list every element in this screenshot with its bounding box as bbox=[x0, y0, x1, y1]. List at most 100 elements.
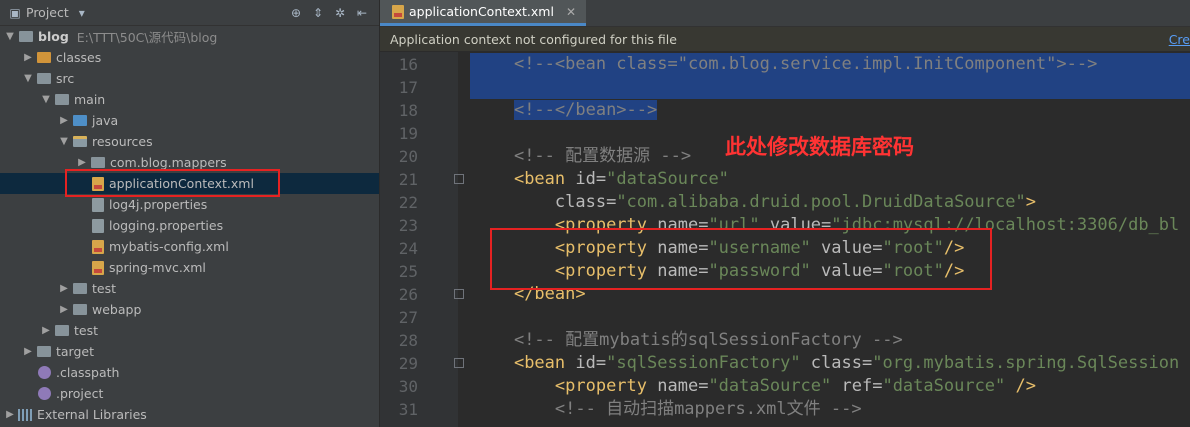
folder-icon bbox=[55, 94, 69, 105]
code-line: <bean id="dataSource" bbox=[513, 169, 729, 189]
line-number: 18 bbox=[398, 101, 418, 120]
xml-file-icon bbox=[392, 4, 404, 19]
tree-item-label: test bbox=[92, 281, 117, 296]
code-line: <property name="dataSource" ref="dataSou… bbox=[554, 376, 1036, 396]
notice-bar: Application context not configured for t… bbox=[380, 27, 1190, 52]
line-number: 30 bbox=[398, 377, 418, 396]
settings-gear-icon[interactable]: ✲ bbox=[333, 6, 347, 20]
project-panel-header: ▣ Project ▾ ⊕ ⇕ ✲ ⇤ bbox=[0, 0, 379, 26]
line-number: 25 bbox=[398, 262, 418, 281]
expanded-arrow-icon[interactable]: ▼ bbox=[4, 31, 16, 42]
notice-text: Application context not configured for t… bbox=[390, 31, 677, 47]
tree-item-label: spring-mvc.xml bbox=[109, 260, 206, 275]
folder-icon bbox=[19, 31, 33, 42]
expanded-arrow-icon[interactable]: ▼ bbox=[58, 136, 70, 147]
tree-item[interactable]: .project bbox=[0, 383, 379, 404]
folder-icon bbox=[91, 157, 105, 168]
close-tab-icon[interactable]: ✕ bbox=[566, 5, 576, 19]
create-context-link[interactable]: Cre bbox=[1169, 32, 1190, 47]
properties-file-icon bbox=[92, 218, 104, 233]
line-number: 21 bbox=[398, 170, 418, 189]
code-line: <!--<bean class="com.blog.service.impl.I… bbox=[470, 53, 1190, 76]
collapsed-arrow-icon[interactable]: ▶ bbox=[22, 346, 34, 357]
collapsed-arrow-icon[interactable]: ▶ bbox=[40, 325, 52, 336]
collapsed-arrow-icon[interactable]: ▶ bbox=[4, 409, 16, 420]
line-number: 17 bbox=[398, 78, 418, 97]
tree-item-label: webapp bbox=[92, 302, 142, 317]
tree-item[interactable]: ▶ test bbox=[0, 278, 379, 299]
tree-item[interactable]: ▶ classes bbox=[0, 47, 379, 68]
resources-folder-icon bbox=[73, 136, 87, 147]
line-number: 19 bbox=[398, 124, 418, 143]
dropdown-arrow-icon[interactable]: ▾ bbox=[75, 6, 89, 20]
tree-item-label: com.blog.mappers bbox=[110, 155, 227, 170]
tree-item-label: main bbox=[74, 92, 106, 107]
code-line bbox=[470, 76, 1190, 99]
line-number: 31 bbox=[398, 400, 418, 419]
line-number: 20 bbox=[398, 147, 418, 166]
tree-item-label: src bbox=[56, 71, 75, 86]
tree-item-label: mybatis-config.xml bbox=[109, 239, 229, 254]
line-number: 23 bbox=[398, 216, 418, 235]
collapse-all-icon[interactable]: ⇕ bbox=[311, 6, 325, 20]
excluded-folder-icon bbox=[37, 52, 51, 63]
project-view-icon[interactable]: ▣ bbox=[8, 6, 22, 20]
library-icon bbox=[18, 408, 32, 421]
tree-item[interactable]: ▶ java bbox=[0, 110, 379, 131]
line-number: 29 bbox=[398, 354, 418, 373]
editor-tab-bar: applicationContext.xml ✕ bbox=[380, 0, 1190, 27]
collapsed-arrow-icon[interactable]: ▶ bbox=[22, 52, 34, 63]
folder-icon bbox=[55, 325, 69, 336]
tree-item-label: logging.properties bbox=[109, 218, 224, 233]
tree-item-label: External Libraries bbox=[37, 407, 147, 422]
tab-label: applicationContext.xml bbox=[409, 4, 554, 19]
tree-item-label: .project bbox=[56, 386, 104, 401]
tree-item-label: classes bbox=[56, 50, 102, 65]
source-folder-icon bbox=[73, 115, 87, 126]
tree-item[interactable]: .classpath bbox=[0, 362, 379, 383]
expanded-arrow-icon[interactable]: ▼ bbox=[40, 94, 52, 105]
code-line: class="com.alibaba.druid.pool.DruidDataS… bbox=[554, 192, 1036, 212]
line-gutter: 16 17 18 19 20 21 22 23 24 25 26 27 28 29 30 31 bbox=[380, 52, 464, 427]
xml-file-icon bbox=[92, 239, 104, 254]
code-line: <!--</bean>--> bbox=[513, 100, 658, 120]
folder-icon bbox=[73, 283, 87, 294]
code-line: <bean id="sqlSessionFactory" class="org.… bbox=[513, 353, 1180, 373]
tree-item-label: target bbox=[56, 344, 95, 359]
tree-item-label: blog bbox=[38, 29, 69, 44]
tree-item[interactable]: logging.properties bbox=[0, 215, 379, 236]
folder-icon bbox=[73, 304, 87, 315]
tree-item[interactable]: ▶ test bbox=[0, 320, 379, 341]
tab-application-context[interactable]: applicationContext.xml ✕ bbox=[380, 0, 587, 26]
tree-item[interactable]: ▼ src bbox=[0, 68, 379, 89]
tree-item[interactable]: spring-mvc.xml bbox=[0, 257, 379, 278]
code-line: <!-- 配置mybatis的sqlSessionFactory --> bbox=[513, 330, 903, 350]
collapsed-arrow-icon[interactable]: ▶ bbox=[58, 283, 70, 294]
folder-icon bbox=[37, 73, 51, 84]
editor: applicationContext.xml ✕ Application con… bbox=[380, 0, 1190, 427]
tree-item[interactable]: ▼ resources bbox=[0, 131, 379, 152]
tree-item[interactable]: ▼ main bbox=[0, 89, 379, 110]
tree-item[interactable]: log4j.properties bbox=[0, 194, 379, 215]
dotfile-icon bbox=[38, 387, 51, 400]
expanded-arrow-icon[interactable]: ▼ bbox=[22, 73, 34, 84]
collapsed-arrow-icon[interactable]: ▶ bbox=[58, 304, 70, 315]
annotation-text: 此处修改数据库密码 bbox=[725, 135, 914, 159]
tree-item[interactable]: mybatis-config.xml bbox=[0, 236, 379, 257]
tree-item[interactable]: ▶ External Libraries bbox=[0, 404, 379, 425]
line-number: 16 bbox=[398, 55, 418, 74]
tree-item[interactable]: ▶ target bbox=[0, 341, 379, 362]
xml-file-icon bbox=[92, 260, 104, 275]
tree-item[interactable]: ▼ blog E:\TTT\50C\源代码\blog bbox=[0, 26, 379, 47]
hide-panel-icon[interactable]: ⇤ bbox=[355, 6, 369, 20]
dotfile-icon bbox=[38, 366, 51, 379]
project-panel: ▣ Project ▾ ⊕ ⇕ ✲ ⇤ ▼ blog E:\TTT\50C\源代码\… bbox=[0, 0, 379, 427]
properties-file-icon bbox=[92, 197, 104, 212]
collapsed-arrow-icon[interactable]: ▶ bbox=[76, 157, 88, 168]
collapsed-arrow-icon[interactable]: ▶ bbox=[58, 115, 70, 126]
tree-item[interactable]: ▶ webapp bbox=[0, 299, 379, 320]
project-view-title[interactable]: Project bbox=[26, 5, 69, 20]
tree-item-label: test bbox=[74, 323, 99, 338]
locate-file-icon[interactable]: ⊕ bbox=[289, 6, 303, 20]
